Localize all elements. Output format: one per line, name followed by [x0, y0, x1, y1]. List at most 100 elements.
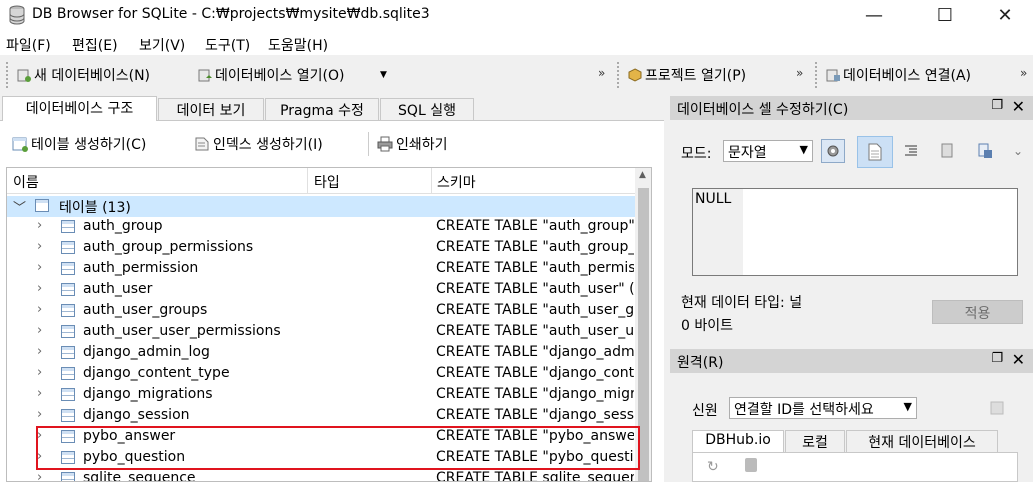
expand-chevron-icon[interactable]: ›	[37, 302, 42, 317]
create-index-button[interactable]: 인덱스 생성하기(I)	[194, 134, 323, 154]
tab-execute-sql[interactable]: SQL 실행	[380, 98, 474, 120]
menu-help[interactable]: 도움말(H)	[268, 35, 328, 55]
open-project-label: 프로젝트 열기(P)	[645, 68, 747, 84]
chevron-down-icon: ⌄	[1012, 144, 1024, 158]
table-icon	[61, 241, 75, 254]
table-row[interactable]: › auth_permission CREATE TABLE "auth_permi…	[7, 259, 635, 280]
table-row[interactable]: › django_session CREATE TABLE "django_sess…	[7, 406, 635, 427]
column-header-schema[interactable]: 스키마	[437, 172, 476, 192]
print-button[interactable]: 인쇄하기	[377, 134, 448, 154]
import-icon	[941, 143, 953, 158]
tab-edit-pragmas[interactable]: Pragma 수정	[265, 98, 379, 120]
maximize-button[interactable]: ☐	[922, 0, 968, 31]
toolbar-grip-2[interactable]	[617, 62, 620, 88]
tab-current-database[interactable]: 현재 데이터베이스	[846, 430, 998, 452]
toolbar-overflow-icon-3[interactable]: »	[1020, 66, 1027, 80]
expand-chevron-icon[interactable]: ›	[37, 239, 42, 254]
tab-dbhub[interactable]: DBHub.io	[692, 430, 784, 452]
tab-database-structure[interactable]: 데이터베이스 구조	[2, 96, 157, 121]
expand-chevron-icon[interactable]: ›	[37, 281, 42, 296]
export-button[interactable]	[973, 139, 997, 163]
new-database-icon	[17, 69, 31, 82]
toolbar-overflow-icon-2[interactable]: »	[796, 66, 803, 80]
close-dock-icon[interactable]: ✕	[1012, 97, 1025, 116]
null-button[interactable]: ⌄	[1006, 139, 1030, 163]
create-index-label: 인덱스 생성하기(I)	[213, 137, 323, 153]
identity-select-value: 연결할 ID를 선택하세요	[734, 402, 874, 418]
auto-switch-mode-button[interactable]	[821, 139, 845, 163]
database-icon[interactable]	[745, 458, 757, 472]
table-icon	[61, 262, 75, 275]
toolbar-grip[interactable]	[6, 62, 9, 88]
table-icon	[61, 388, 75, 401]
table-row[interactable]: › sqlite_sequence CREATE TABLE sqlite_sequ…	[7, 469, 635, 481]
open-project-button[interactable]: 프로젝트 열기(P)	[627, 64, 746, 86]
print-label: 인쇄하기	[396, 137, 448, 153]
expand-chevron-icon[interactable]: ›	[37, 407, 42, 422]
table-icon	[61, 472, 75, 481]
float-dock-icon[interactable]: ❐	[991, 98, 1003, 113]
column-divider[interactable]	[431, 168, 432, 194]
create-table-button[interactable]: 테이블 생성하기(C)	[12, 134, 146, 154]
minimize-button[interactable]: —	[851, 0, 897, 31]
toolbar-overflow-icon[interactable]: »	[598, 66, 605, 80]
table-row[interactable]: ›auth_groupCREATE TABLE "auth_group" ("i…	[7, 217, 635, 238]
table-row[interactable]: › auth_group_permissions CREATE TABLE "aut…	[7, 238, 635, 259]
gear-icon	[827, 145, 839, 157]
identity-select[interactable]: 연결할 ID를 선택하세요 ▼	[729, 397, 917, 419]
tables-group-icon	[35, 199, 49, 212]
toolbar-grip-3[interactable]	[815, 62, 818, 88]
expand-chevron-icon[interactable]: ›	[37, 344, 42, 359]
expand-chevron-icon[interactable]: ›	[37, 365, 42, 380]
database-app-icon	[9, 5, 25, 25]
table-icon	[61, 367, 75, 380]
expand-chevron-icon[interactable]: ›	[37, 218, 42, 233]
word-wrap-button[interactable]	[857, 136, 893, 168]
refresh-icon[interactable]: ↻	[707, 459, 719, 475]
table-row[interactable]: › auth_user_groups CREATE TABLE "auth_user…	[7, 301, 635, 322]
create-table-icon	[12, 137, 28, 152]
window-title: DB Browser for SQLite - C:₩projects₩mysi…	[32, 6, 430, 22]
remote-action-button[interactable]	[986, 396, 1010, 420]
data-type-info: 현재 데이터 타입: 널	[681, 295, 803, 311]
import-button[interactable]	[936, 139, 960, 163]
table-row[interactable]: › django_content_type CREATE TABLE "django…	[7, 364, 635, 385]
close-button[interactable]: ✕	[982, 0, 1028, 31]
table-row[interactable]: › auth_user_user_permissions CREATE TABLE …	[7, 322, 635, 343]
expand-chevron-icon[interactable]: ›	[37, 260, 42, 275]
mode-select[interactable]: 문자열 ▼	[723, 140, 813, 162]
cell-editor[interactable]: NULL	[692, 188, 1018, 276]
column-header-name[interactable]: 이름	[13, 172, 39, 192]
new-database-button[interactable]: 새 데이터베이스(N)	[16, 64, 150, 86]
expand-chevron-icon[interactable]: ›	[37, 323, 42, 338]
menu-tools[interactable]: 도구(T)	[205, 35, 250, 55]
open-database-button[interactable]: 데이터베이스 열기(O)	[197, 64, 344, 86]
remote-header: 원격(R) ❐ ✕	[670, 349, 1033, 373]
close-icon: ✕	[997, 5, 1013, 26]
float-dock-icon[interactable]: ❐	[991, 351, 1003, 366]
identity-label: 신원	[692, 403, 718, 419]
column-divider[interactable]	[307, 168, 308, 194]
expand-chevron-icon[interactable]: ›	[37, 386, 42, 401]
tab-browse-data[interactable]: 데이터 보기	[158, 98, 264, 120]
connect-database-button[interactable]: 데이터베이스 연결(A)	[825, 64, 971, 86]
table-row[interactable]: › django_migrations CREATE TABLE "django_m…	[7, 385, 635, 406]
table-row[interactable]: ›auth_userCREATE TABLE "auth_user" ("id"	[7, 280, 635, 301]
apply-button[interactable]: 적용	[932, 300, 1023, 324]
scroll-up-icon[interactable]: ▲	[639, 170, 646, 180]
indent-icon	[905, 145, 917, 156]
indent-button[interactable]	[899, 139, 923, 163]
open-database-dropdown-icon[interactable]: ▼	[380, 70, 387, 80]
close-dock-icon[interactable]: ✕	[1012, 350, 1025, 369]
table-icon	[61, 325, 75, 338]
tree-group-tables[interactable]: ﹀ 테이블 (13)	[7, 196, 635, 217]
menu-file[interactable]: 파일(F)	[6, 35, 51, 55]
expand-chevron-icon[interactable]: ›	[37, 470, 42, 481]
column-header-type[interactable]: 타입	[314, 172, 340, 192]
collapse-chevron-icon[interactable]: ﹀	[13, 197, 26, 216]
menu-view[interactable]: 보기(V)	[139, 35, 185, 55]
open-database-icon	[198, 69, 212, 82]
table-row[interactable]: › django_admin_log CREATE TABLE "django_ad…	[7, 343, 635, 364]
menu-edit[interactable]: 편집(E)	[72, 35, 118, 55]
tab-local[interactable]: 로컬	[785, 430, 845, 452]
